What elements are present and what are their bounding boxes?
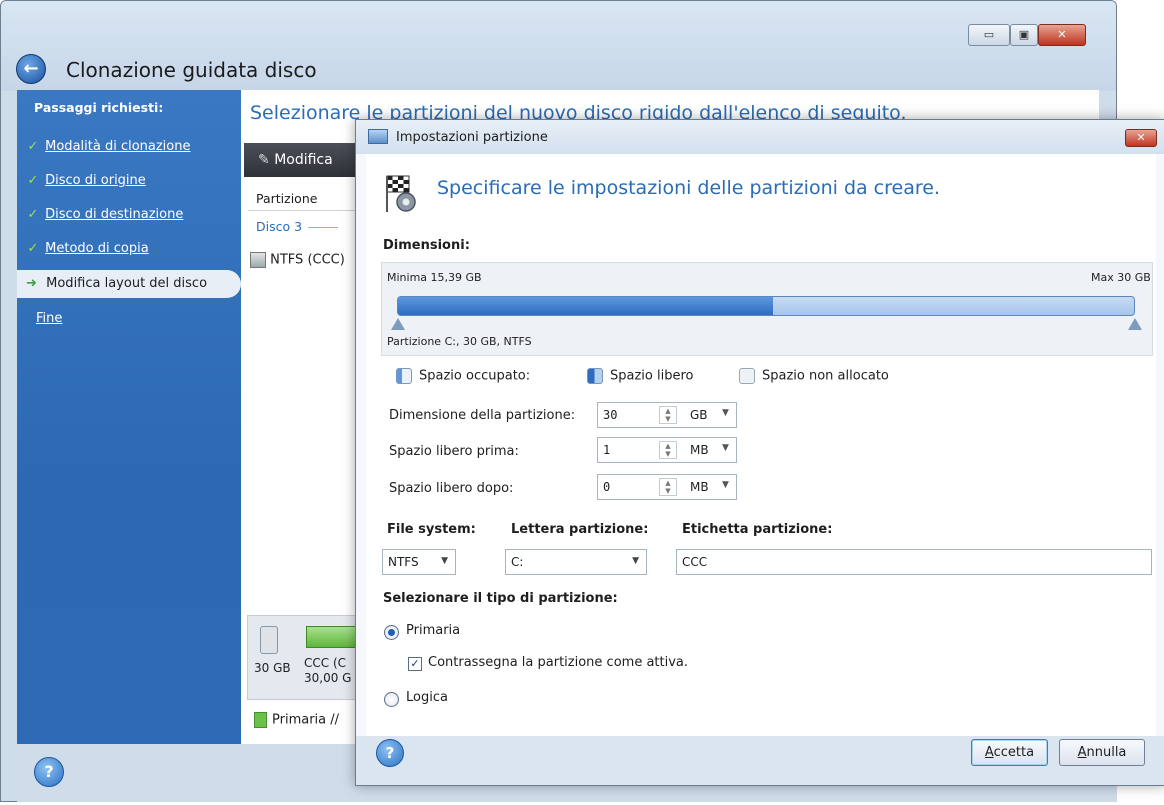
current-step-arrow-icon: ➜ — [26, 276, 37, 291]
hard-disk-icon — [260, 626, 278, 654]
partition-size-slider[interactable] — [397, 296, 1135, 316]
used-space-fill — [398, 297, 774, 315]
window-title: Clonazione guidata disco — [66, 58, 317, 82]
free-before-unit[interactable]: MB — [690, 443, 709, 457]
checkmark-icon: ✓ — [27, 207, 39, 222]
logical-radio-label[interactable]: Logica — [406, 690, 448, 705]
back-arrow-icon[interactable]: ← — [16, 54, 46, 84]
partition-icon — [250, 252, 266, 268]
help-icon[interactable]: ? — [34, 757, 64, 787]
minimize-button[interactable]: ▭ — [968, 24, 1010, 46]
primary-color-swatch — [254, 712, 267, 728]
maximize-button[interactable]: ▣ — [1010, 24, 1038, 46]
partition-size-value[interactable]: 30 — [603, 408, 617, 422]
disk-map-panel: 30 GB CCC (C 30,00 G — [247, 615, 359, 700]
spin-arrows-icon[interactable]: ▲ ▼ — [659, 406, 677, 424]
help-icon[interactable]: ? — [376, 739, 404, 767]
free-after-label: Spazio libero dopo: — [389, 481, 514, 496]
mark-active-label[interactable]: Contrassegna la partizione come attiva. — [428, 655, 688, 670]
column-header-partition[interactable]: Partizione — [248, 188, 356, 211]
disk-size: 30 GB — [254, 661, 291, 675]
partition-bar[interactable] — [306, 626, 358, 648]
partition-settings-dialog: Impostazioni partizione ✕ Specificare le… — [355, 119, 1164, 786]
primary-radio[interactable] — [384, 625, 399, 640]
chevron-down-icon[interactable]: ▼ — [722, 480, 729, 490]
checkmark-icon: ✓ — [27, 173, 39, 188]
legend-unallocated-space: Spazio non allocato — [739, 368, 889, 384]
close-button[interactable]: ✕ — [1038, 24, 1086, 46]
file-system-select[interactable]: NTFS ▼ — [382, 549, 456, 575]
volume-label-label: Etichetta partizione: — [682, 522, 833, 537]
dimensions-label: Dimensioni: — [383, 238, 470, 253]
partition-size-stepper[interactable]: 30 ▲ ▼ GB ▼ — [597, 402, 737, 428]
partition-size-label: Dimensione della partizione: — [389, 408, 576, 423]
partition-size-unit[interactable]: GB — [690, 408, 708, 422]
drive-letter-select[interactable]: C: ▼ — [505, 549, 647, 575]
chevron-down-icon[interactable]: ▼ — [632, 556, 639, 566]
checkmark-icon: ✓ — [27, 241, 39, 256]
min-size-text: Minima 15,39 GB — [387, 271, 482, 284]
spin-arrows-icon[interactable]: ▲ ▼ — [659, 441, 677, 459]
volume-label-input[interactable]: CCC — [676, 549, 1152, 575]
slider-right-handle[interactable] — [1128, 318, 1142, 330]
sidebar-item-finish[interactable]: Fine — [36, 305, 62, 333]
pencil-icon: ✎ — [258, 152, 270, 168]
slider-left-handle[interactable] — [391, 318, 405, 330]
spin-arrows-icon[interactable]: ▲ ▼ — [659, 478, 677, 496]
dialog-close-button[interactable]: ✕ — [1125, 129, 1157, 147]
legend-used-space: Spazio occupato: — [396, 368, 530, 384]
unallocated-space-swatch — [739, 368, 755, 384]
free-space-swatch — [587, 368, 603, 384]
sidebar-item-copy-method[interactable]: ✓ Metodo di copia — [22, 235, 149, 263]
disk-group-label: Disco 3 — [256, 219, 339, 234]
primary-radio-label[interactable]: Primaria — [406, 623, 460, 638]
sidebar-item-disk-layout[interactable]: ➜ Modifica layout del disco — [17, 270, 241, 298]
accept-button[interactable]: Accetta — [971, 739, 1048, 766]
cancel-button[interactable]: Annulla — [1059, 739, 1145, 766]
used-space-swatch — [396, 368, 412, 384]
edit-button[interactable]: ✎ Modifica — [244, 152, 333, 168]
chevron-down-icon[interactable]: ▼ — [441, 556, 448, 566]
chevron-down-icon[interactable]: ▼ — [722, 408, 729, 418]
sidebar-item-cloning-mode[interactable]: ✓ Modalità di clonazione — [22, 133, 191, 161]
logical-radio[interactable] — [384, 692, 399, 707]
toolbar: ✎ Modifica — [244, 143, 356, 177]
dialog-title: Impostazioni partizione — [396, 130, 548, 145]
free-after-unit[interactable]: MB — [690, 480, 709, 494]
free-before-label: Spazio libero prima: — [389, 444, 519, 459]
drive-letter-label: Lettera partizione: — [511, 522, 649, 537]
file-system-label: File system: — [387, 522, 476, 537]
free-after-value[interactable]: 0 — [603, 480, 610, 494]
dialog-heading: Specificare le impostazioni delle partiz… — [437, 177, 940, 199]
steps-title: Passaggi richiesti: — [34, 100, 164, 115]
free-before-value[interactable]: 1 — [603, 443, 610, 457]
chevron-down-icon[interactable]: ▼ — [722, 443, 729, 453]
legend-free-space: Spazio libero — [587, 368, 693, 384]
sidebar-item-source-disk[interactable]: ✓ Disco di origine — [22, 167, 146, 195]
free-before-stepper[interactable]: 1 ▲ ▼ MB ▼ — [597, 437, 737, 463]
partition-row[interactable]: NTFS (CCC) — [250, 252, 345, 268]
sidebar-item-target-disk[interactable]: ✓ Disco di destinazione — [22, 201, 184, 229]
max-size-text: Max 30 GB — [1091, 271, 1151, 284]
checkmark-icon: ✓ — [27, 139, 39, 154]
disk-partition-name: CCC (C — [304, 656, 347, 670]
partition-caption: Partizione C:, 30 GB, NTFS — [387, 335, 532, 348]
free-after-stepper[interactable]: 0 ▲ ▼ MB ▼ — [597, 474, 737, 500]
mark-active-checkbox[interactable]: ✓ — [408, 657, 422, 671]
partition-settings-icon — [368, 129, 388, 144]
legend-primary: Primaria // — [254, 712, 339, 728]
partition-type-label: Selezionare il tipo di partizione: — [383, 591, 618, 606]
checkered-flag-gear-icon — [386, 175, 416, 212]
disk-partition-size: 30,00 G — [304, 671, 352, 685]
